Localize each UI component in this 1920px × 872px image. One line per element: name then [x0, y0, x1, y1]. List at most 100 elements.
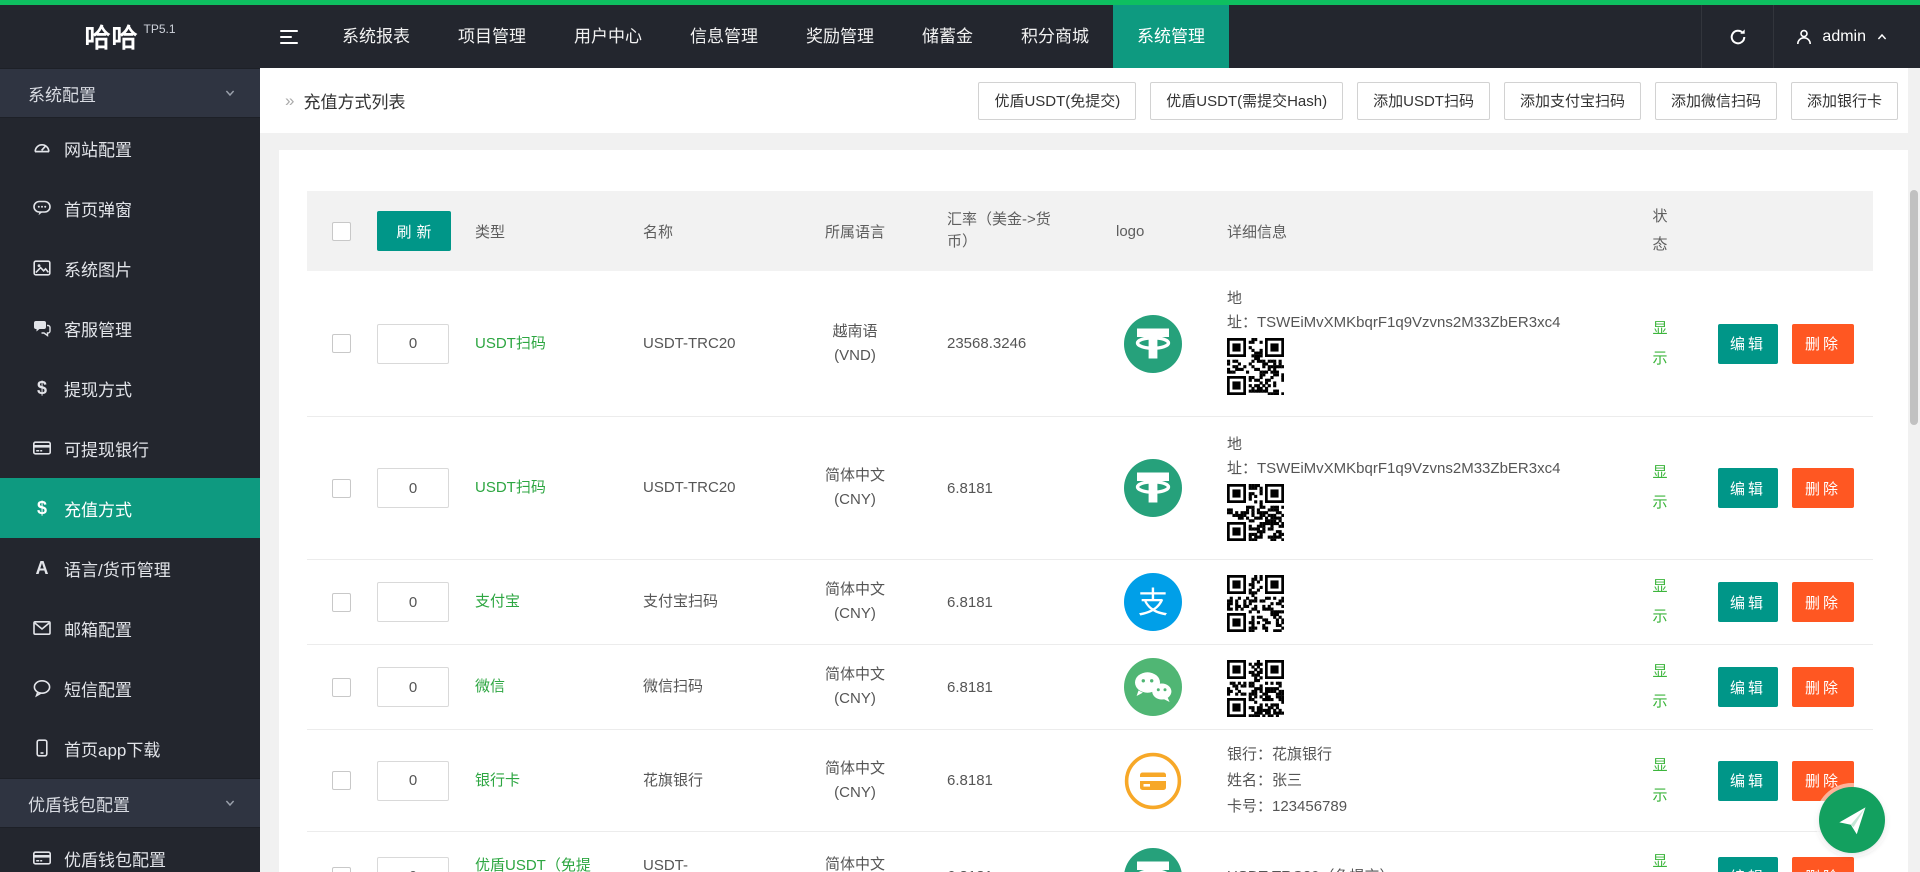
nav-item-savings[interactable]: 储蓄金	[898, 5, 997, 68]
header-rate: 汇率（美金->货 币）	[915, 191, 1105, 271]
edit-button[interactable]: 编辑	[1718, 324, 1778, 364]
nav-item-system-management[interactable]: 系统管理	[1113, 5, 1229, 68]
nav-item-points-mall[interactable]: 积分商城	[997, 5, 1113, 68]
edit-button[interactable]: 编辑	[1718, 667, 1778, 707]
type-link[interactable]: 优盾USDT（免提 交）	[475, 855, 591, 872]
sidebar-item-language-currency[interactable]: A 语言/货币管理	[0, 538, 260, 598]
type-link[interactable]: 银行卡	[475, 770, 520, 792]
chevron-up-icon	[1874, 29, 1890, 45]
gauge-icon	[32, 138, 52, 158]
logo-version: TP5.1	[144, 22, 176, 36]
sidebar-item-sms-config[interactable]: 短信配置	[0, 658, 260, 718]
sidebar-item-label: 充值方式	[64, 496, 132, 521]
sort-input[interactable]	[377, 667, 449, 707]
row-checkbox[interactable]	[332, 334, 351, 353]
qr-code-image	[1227, 660, 1284, 717]
row-checkbox[interactable]	[332, 771, 351, 790]
row-checkbox[interactable]	[332, 867, 351, 872]
sidebar-item-customer-service[interactable]: 客服管理	[0, 298, 260, 358]
delete-button[interactable]: 删除	[1792, 857, 1854, 872]
name-text: USDT- TRC20	[643, 855, 691, 872]
refresh-table-button[interactable]: 刷新	[377, 211, 451, 251]
type-link[interactable]: USDT扫码	[475, 333, 546, 355]
sidebar-item-app-download[interactable]: 首页app下载	[0, 718, 260, 778]
sidebar-item-udun-wallet-config[interactable]: 优盾钱包配置	[0, 828, 260, 872]
sidebar-item-label: 首页app下载	[64, 736, 160, 761]
detail-text: USDT-TRC20（免提交）	[1227, 865, 1395, 872]
sidebar-item-label: 网站配置	[64, 136, 132, 161]
dollar-icon: $	[32, 498, 52, 519]
sort-input[interactable]	[377, 468, 449, 508]
user-menu[interactable]: admin	[1773, 5, 1920, 68]
sidebar-item-label: 短信配置	[64, 676, 132, 701]
nav-item-info[interactable]: 信息管理	[666, 5, 782, 68]
nav-item-reports[interactable]: 系统报表	[318, 5, 434, 68]
detail-text: 地	[1227, 433, 1242, 457]
detail-text: 址：TSWEiMvXMKbqrF1q9Vzvns2M33ZbER3xc4	[1227, 457, 1560, 481]
type-link[interactable]: 微信	[475, 676, 505, 698]
sort-input[interactable]	[377, 761, 449, 801]
sidebar-group-system-config[interactable]: 系统配置	[0, 68, 260, 118]
status-badge: 显示	[1652, 751, 1667, 811]
edit-button[interactable]: 编辑	[1718, 857, 1778, 872]
bank-card-icon	[32, 438, 52, 458]
edit-button[interactable]: 编辑	[1718, 582, 1778, 622]
rate-value: 6.8181	[947, 594, 993, 611]
edit-button[interactable]: 编辑	[1718, 468, 1778, 508]
type-link[interactable]: USDT扫码	[475, 477, 546, 499]
sidebar-item-website-config[interactable]: 网站配置	[0, 118, 260, 178]
delete-button[interactable]: 删除	[1792, 324, 1854, 364]
sort-input[interactable]	[377, 582, 449, 622]
sort-input[interactable]	[377, 324, 449, 364]
edit-button[interactable]: 编辑	[1718, 761, 1778, 801]
header-details: 详细信息	[1200, 191, 1630, 271]
rate-value: 6.8181	[947, 868, 993, 872]
detail-text: 址：TSWEiMvXMKbqrF1q9Vzvns2M33ZbER3xc4	[1227, 311, 1560, 335]
table-row: USDT扫码 USDT-TRC20 越南语(VND) 23568.3246 地 …	[307, 271, 1873, 417]
add-bank-card-button[interactable]: 添加银行卡	[1791, 82, 1898, 120]
page-title: 充值方式列表	[303, 88, 405, 113]
sidebar-item-home-popup[interactable]: 首页弹窗	[0, 178, 260, 238]
sidebar-item-label: 可提现银行	[64, 436, 149, 461]
add-alipay-qr-button[interactable]: 添加支付宝扫码	[1504, 82, 1641, 120]
tether-usdt-logo	[1124, 315, 1182, 373]
delete-button[interactable]: 删除	[1792, 468, 1854, 508]
popup-icon	[32, 198, 52, 218]
collapse-menu-icon[interactable]	[260, 5, 318, 68]
delete-button[interactable]: 删除	[1792, 582, 1854, 622]
udun-usdt-hash-button[interactable]: 优盾USDT(需提交Hash)	[1150, 82, 1343, 120]
sidebar-group-udun-wallet[interactable]: 优盾钱包配置	[0, 778, 260, 828]
page-header-row: » 充值方式列表 优盾USDT(免提交) 优盾USDT(需提交Hash) 添加U…	[260, 68, 1920, 133]
sidebar-item-system-images[interactable]: 系统图片	[0, 238, 260, 298]
sidebar-item-recharge-method[interactable]: $ 充值方式	[0, 478, 260, 538]
sidebar-item-withdraw-method[interactable]: $ 提现方式	[0, 358, 260, 418]
udun-usdt-no-submit-button[interactable]: 优盾USDT(免提交)	[978, 82, 1136, 120]
delete-button[interactable]: 删除	[1792, 667, 1854, 707]
add-wechat-qr-button[interactable]: 添加微信扫码	[1655, 82, 1777, 120]
table-row: USDT扫码 USDT-TRC20 简体中文(CNY) 6.8181 地 址：T…	[307, 417, 1873, 560]
table-row: 优盾USDT（免提 交） USDT- TRC20 简体中文(CNY) 6.818…	[307, 832, 1873, 872]
scrollbar-thumb[interactable]	[1910, 190, 1918, 425]
sort-input[interactable]	[377, 857, 449, 872]
bank-card-icon	[32, 848, 52, 868]
recharge-methods-table: 刷新 类型 名称 所属语言 汇率（美金->货 币） logo 详细信息 状 态	[307, 191, 1873, 872]
nav-item-projects[interactable]: 项目管理	[434, 5, 550, 68]
select-all-checkbox[interactable]	[332, 222, 351, 241]
table-row: 微信 微信扫码 简体中文(CNY) 6.8181 显示 编辑 删除	[307, 645, 1873, 730]
sidebar-item-email-config[interactable]: 邮箱配置	[0, 598, 260, 658]
sidebar-item-withdraw-banks[interactable]: 可提现银行	[0, 418, 260, 478]
name-text: USDT-TRC20	[643, 477, 736, 499]
refresh-button[interactable]	[1701, 5, 1773, 68]
nav-item-rewards[interactable]: 奖励管理	[782, 5, 898, 68]
refresh-icon	[1728, 27, 1748, 47]
type-link[interactable]: 支付宝	[475, 591, 520, 613]
row-checkbox[interactable]	[332, 678, 351, 697]
row-checkbox[interactable]	[332, 479, 351, 498]
nav-item-users[interactable]: 用户中心	[550, 5, 666, 68]
customer-service-float-button[interactable]	[1819, 787, 1885, 853]
header-status: 状 态	[1630, 191, 1690, 271]
row-checkbox[interactable]	[332, 593, 351, 612]
add-usdt-qr-button[interactable]: 添加USDT扫码	[1357, 82, 1490, 120]
person-icon	[1794, 27, 1814, 47]
rate-value: 6.8181	[947, 679, 993, 696]
